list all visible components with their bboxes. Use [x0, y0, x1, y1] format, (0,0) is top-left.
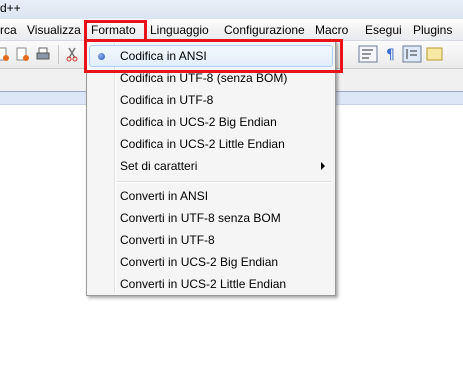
open-file-icon[interactable]	[14, 46, 30, 62]
menu-item-converti-utf8[interactable]: Converti in UTF-8	[89, 229, 333, 251]
menu-item-label: Codifica in UCS-2 Big Endian	[120, 115, 277, 129]
menu-item-label: Converti in UTF-8	[120, 233, 215, 247]
menu-item-codifica-utf8[interactable]: Codifica in UTF-8	[89, 89, 333, 111]
menu-item-label: Converti in UTF-8 senza BOM	[120, 211, 281, 225]
menu-item-converti-ucs2-little-endian[interactable]: Converti in UCS-2 Little Endian	[89, 273, 333, 295]
menu-esegui[interactable]: Esegui	[365, 23, 402, 37]
menu-item-converti-utf8-senza-bom[interactable]: Converti in UTF-8 senza BOM	[89, 207, 333, 229]
menu-visualizza[interactable]: Visualizza	[27, 23, 81, 37]
menu-linguaggio[interactable]: Linguaggio	[150, 23, 209, 37]
svg-text:¶: ¶	[386, 47, 395, 62]
menu-item-set-di-caratteri[interactable]: Set di caratteri	[89, 155, 333, 177]
menu-item-label: Converti in UCS-2 Little Endian	[120, 277, 287, 291]
menu-item-converti-ansi[interactable]: Converti in ANSI	[89, 185, 333, 207]
function-list-icon[interactable]	[426, 46, 444, 62]
title-bar: d++	[0, 0, 463, 19]
menu-item-label: Codifica in UTF-8 (senza BOM)	[120, 71, 288, 85]
menu-configurazione[interactable]: Configurazione	[224, 23, 305, 37]
print-icon[interactable]	[35, 46, 51, 62]
toolbar-separator	[58, 45, 59, 64]
highlight-box-codifica-ansi	[84, 39, 343, 73]
menu-item-label: Codifica in UCS-2 Little Endian	[120, 137, 285, 151]
menu-separator	[117, 181, 331, 183]
pilcrow-icon[interactable]: ¶	[383, 46, 399, 62]
menu-item-codifica-ucs2-big-endian[interactable]: Codifica in UCS-2 Big Endian	[89, 111, 333, 133]
formato-dropdown-menu: Codifica in ANSI Codifica in UTF-8 (senz…	[86, 40, 336, 296]
menu-item-codifica-ucs2-little-endian[interactable]: Codifica in UCS-2 Little Endian	[89, 133, 333, 155]
wrap-icon[interactable]	[358, 45, 378, 63]
new-file-icon[interactable]	[0, 46, 10, 62]
submenu-arrow-icon	[321, 162, 325, 170]
menu-item-label: Codifica in UTF-8	[120, 93, 214, 107]
cut-icon[interactable]	[64, 46, 80, 62]
menu-item-label: Converti in UCS-2 Big Endian	[120, 255, 279, 269]
menu-item-converti-ucs2-big-endian[interactable]: Converti in UCS-2 Big Endian	[89, 251, 333, 273]
menu-ricerca[interactable]: rca	[0, 23, 17, 37]
menu-item-label: Set di caratteri	[120, 159, 198, 173]
indent-guide-icon[interactable]	[402, 45, 422, 63]
menu-plugins[interactable]: Plugins	[413, 23, 452, 37]
menu-macro[interactable]: Macro	[315, 23, 348, 37]
menu-item-label: Converti in ANSI	[120, 189, 209, 203]
menu-bar: rca Visualizza Formato Linguaggio Config…	[0, 19, 463, 41]
window-title: d++	[0, 1, 21, 15]
